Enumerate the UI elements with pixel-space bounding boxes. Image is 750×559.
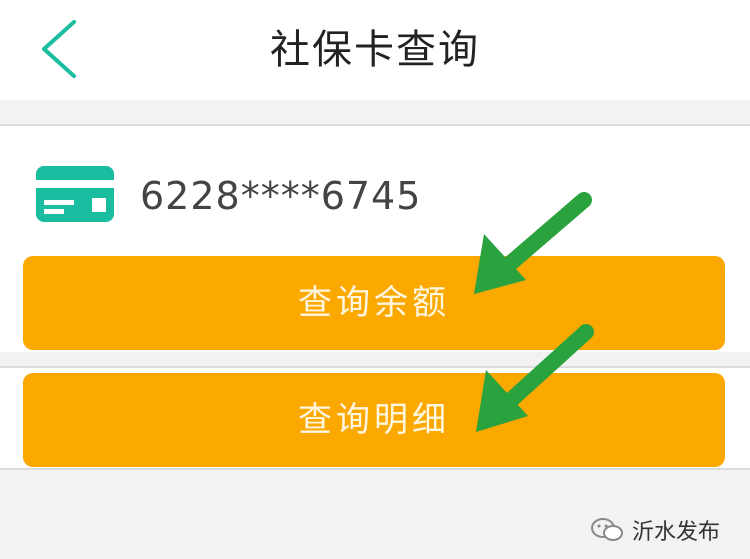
card-number: 6228****6745 [140, 174, 422, 218]
card-row: 6228****6745 [0, 126, 750, 254]
page-title: 社保卡查询 [270, 27, 480, 73]
watermark: 沂水发布 [590, 513, 720, 547]
wechat-icon [590, 518, 623, 541]
header-bar: 社保卡查询 [0, 0, 750, 100]
divider [0, 468, 750, 470]
query-details-button[interactable]: 查询明细 [23, 373, 725, 467]
arrow-down-left-icon [476, 324, 594, 432]
query-balance-button[interactable]: 查询余额 [23, 256, 725, 350]
card-icon [36, 166, 114, 222]
watermark-text: 沂水发布 [631, 520, 720, 545]
arrow-down-left-icon [474, 192, 592, 294]
